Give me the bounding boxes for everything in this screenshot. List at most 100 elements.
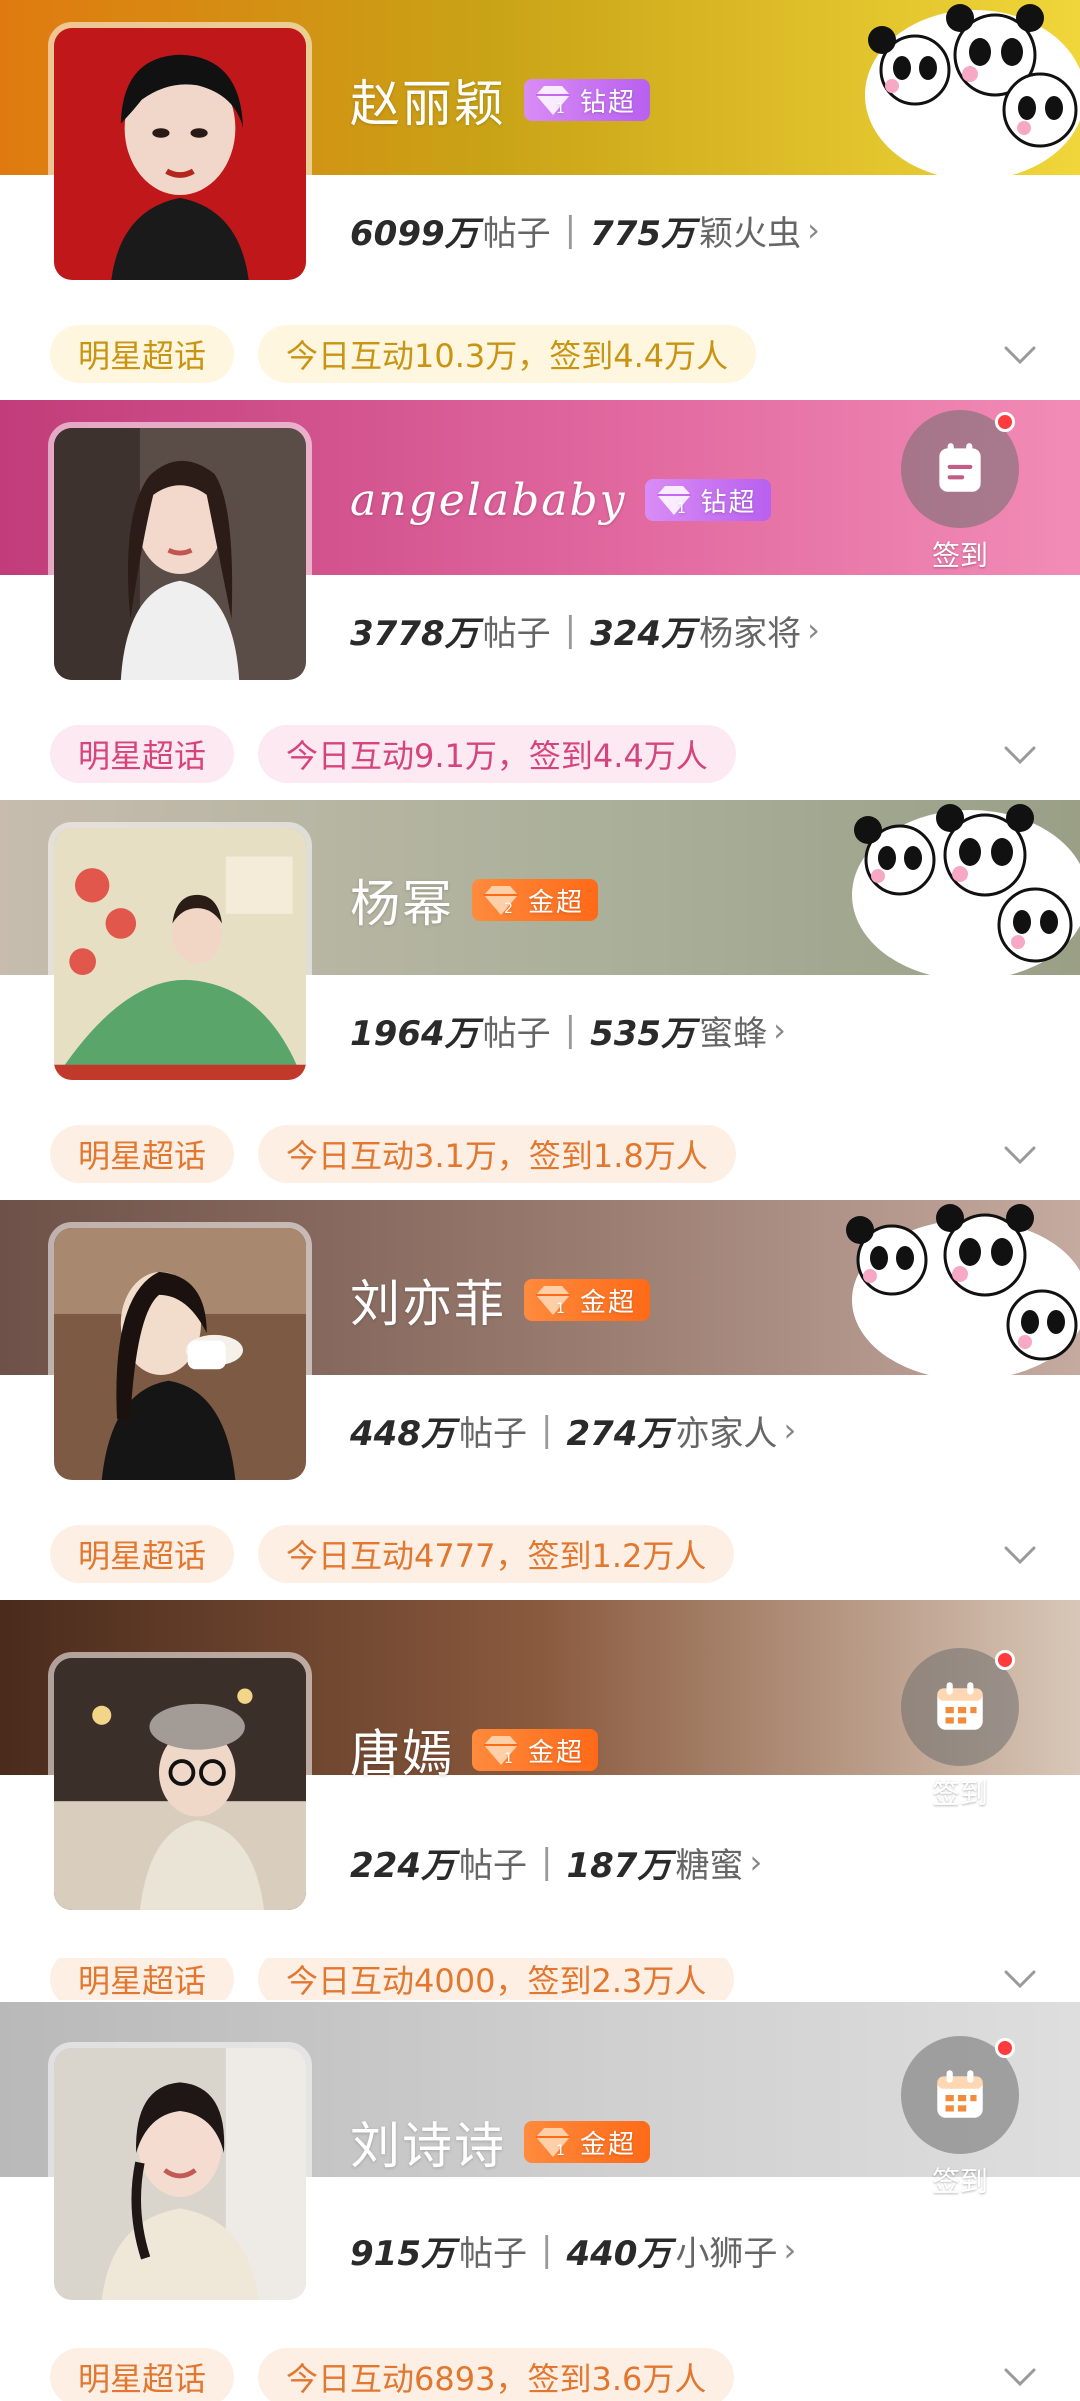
tier-label: 金超: [580, 2129, 637, 2160]
super-topic-card-tangyan[interactable]: 签到 唐嫣 1 金超 224万 帖子 | 187万 糖蜜 › 明星超话 今日互动…: [0, 1600, 1080, 2000]
topic-stats: 224万 帖子 | 187万 糖蜜 ›: [350, 1832, 762, 1892]
posts-count: 3778万: [350, 613, 479, 654]
checkin-button[interactable]: 签到: [898, 2036, 1022, 2200]
super-topic-card-liuyifei[interactable]: 刘亦菲 1 金超 448万 帖子 | 274万 亦家人 › 明星超话 今日互动4…: [0, 1200, 1080, 1600]
super-topic-feed: 赵丽颖 1 钻超 6099万 帖子 | 775万 颖火虫 › 明星超话 今日互动…: [0, 0, 1080, 2401]
activity-chip[interactable]: 今日互动4777，签到1.2万人: [258, 1525, 735, 1583]
activity-chip[interactable]: 今日互动10.3万，签到4.4万人: [258, 325, 757, 383]
fans-name-link[interactable]: 小狮子: [675, 2226, 777, 2275]
avatar-image: [54, 828, 306, 1080]
tier-badge[interactable]: 2 金超: [472, 879, 599, 921]
checkin-circle[interactable]: [901, 1648, 1019, 1766]
category-chip[interactable]: 明星超话: [50, 325, 235, 383]
fans-name-link[interactable]: 杨家将: [699, 606, 801, 655]
avatar[interactable]: [48, 22, 312, 286]
calendar-icon: [937, 1682, 983, 1730]
checkin-circle[interactable]: [901, 2036, 1019, 2154]
avatar[interactable]: [48, 422, 312, 686]
posts-label: 帖子: [482, 613, 551, 654]
fans-name-link[interactable]: 蜜蜂: [699, 1006, 767, 1055]
topic-stats: 3778万 帖子 | 324万 杨家将 ›: [350, 600, 820, 660]
posts-count: 1964万: [350, 1013, 479, 1054]
topic-name[interactable]: angelababy 1 钻超: [350, 460, 771, 540]
fans-count: 187万: [566, 1845, 672, 1886]
notification-dot: [995, 412, 1015, 432]
checkin-label: 签到: [931, 2165, 988, 2198]
chevron-down-icon[interactable]: [998, 732, 1042, 776]
chevron-down-icon[interactable]: [998, 332, 1042, 376]
posts-label: 帖子: [458, 2233, 527, 2274]
super-topic-card-liushishi[interactable]: 签到 刘诗诗 1 金超 915万 帖子 | 440万 小狮子 › 明星超话 今日…: [0, 2002, 1080, 2401]
category-chip[interactable]: 明星超话: [50, 1125, 235, 1183]
gold-gem-icon: 1: [536, 2128, 570, 2159]
super-topic-card-zhaoliying[interactable]: 赵丽颖 1 钻超 6099万 帖子 | 775万 颖火虫 › 明星超话 今日互动…: [0, 0, 1080, 400]
chevron-down-icon[interactable]: [998, 2354, 1042, 2398]
topic-name[interactable]: 刘诗诗 1 金超: [350, 2102, 651, 2182]
checkin-button[interactable]: 签到: [898, 1648, 1022, 1812]
posts-label: 帖子: [482, 1013, 551, 1054]
tier-label: 钻超: [580, 87, 637, 118]
tier-level: 1: [504, 1751, 515, 1767]
chevron-right-icon[interactable]: ›: [749, 1843, 762, 1881]
tier-label: 钻超: [700, 487, 757, 518]
chevron-right-icon[interactable]: ›: [807, 611, 820, 649]
checkin-button[interactable]: 签到: [898, 410, 1022, 574]
fans-count: 274万: [566, 1413, 672, 1454]
chevron-right-icon[interactable]: ›: [807, 211, 820, 249]
chevron-right-icon[interactable]: ›: [783, 1411, 796, 1449]
avatar[interactable]: [48, 1652, 312, 1916]
fans-count: 440万: [566, 2233, 672, 2274]
stats-divider: |: [564, 1010, 577, 1050]
tier-badge[interactable]: 1 钻超: [644, 479, 771, 521]
tier-badge[interactable]: 1 金超: [524, 2121, 651, 2163]
topic-name[interactable]: 刘亦菲 1 金超: [350, 1260, 651, 1340]
category-chip[interactable]: 明星超话: [50, 725, 235, 783]
diamond-gem-icon: 1: [536, 86, 570, 117]
avatar-image: [54, 1228, 306, 1480]
posts-count: 6099万: [350, 213, 479, 254]
topic-name[interactable]: 赵丽颖 1 钻超: [350, 60, 651, 140]
posts-count: 915万: [350, 2233, 455, 2274]
gold-gem-icon: 2: [484, 886, 518, 917]
activity-chip[interactable]: 今日互动6893，签到3.6万人: [258, 2348, 735, 2401]
topic-name-text: 唐嫣: [350, 1725, 454, 1783]
topic-name[interactable]: 杨幂 2 金超: [350, 860, 599, 940]
chevron-down-icon[interactable]: [998, 1132, 1042, 1176]
note-icon: [939, 443, 981, 492]
chevron-down-icon[interactable]: [998, 1532, 1042, 1576]
notification-dot: [995, 1650, 1015, 1670]
tier-badge[interactable]: 1 钻超: [524, 79, 651, 121]
activity-chip[interactable]: 今日互动3.1万，签到1.8万人: [258, 1125, 736, 1183]
topic-stats: 915万 帖子 | 440万 小狮子 ›: [350, 2220, 796, 2280]
activity-chip[interactable]: 今日互动9.1万，签到4.4万人: [258, 725, 736, 783]
topic-stats: 6099万 帖子 | 775万 颖火虫 ›: [350, 200, 820, 260]
chevron-down-icon[interactable]: [998, 1956, 1042, 2000]
chevron-right-icon[interactable]: ›: [773, 1011, 786, 1049]
fans-name-link[interactable]: 颖火虫: [699, 206, 801, 255]
topic-name[interactable]: 唐嫣 1 金超: [350, 1710, 599, 1790]
tier-badge[interactable]: 1 金超: [524, 1279, 651, 1321]
chevron-right-icon[interactable]: ›: [783, 2231, 796, 2269]
fans-name-link[interactable]: 亦家人: [675, 1406, 777, 1455]
avatar[interactable]: [48, 822, 312, 1086]
tier-label: 金超: [528, 887, 585, 918]
checkin-circle[interactable]: [901, 410, 1019, 528]
avatar[interactable]: [48, 2042, 312, 2306]
super-topic-card-angelababy[interactable]: 签到 angelababy 1 钻超 3778万 帖子 | 324万 杨家将 ›…: [0, 400, 1080, 800]
avatar[interactable]: [48, 1222, 312, 1486]
stats-divider: |: [540, 1410, 553, 1450]
tier-level: 1: [556, 101, 567, 117]
category-chip[interactable]: 明星超话: [50, 1958, 235, 2000]
super-topic-card-yangmi[interactable]: 杨幂 2 金超 1964万 帖子 | 535万 蜜蜂 › 明星超话 今日互动3.…: [0, 800, 1080, 1200]
stats-divider: |: [540, 2230, 553, 2270]
avatar-image: [54, 2048, 306, 2300]
fans-name-link[interactable]: 糖蜜: [675, 1838, 743, 1887]
category-chip[interactable]: 明星超话: [50, 1525, 235, 1583]
topic-chips: 明星超话 今日互动4777，签到1.2万人: [50, 1525, 758, 1583]
notification-dot: [995, 2038, 1015, 2058]
calendar-icon: [937, 2070, 983, 2118]
tier-badge[interactable]: 1 金超: [472, 1729, 599, 1771]
activity-chip[interactable]: 今日互动4000，签到2.3万人: [258, 1958, 735, 2000]
category-chip[interactable]: 明星超话: [50, 2348, 235, 2401]
diamond-gem-icon: 1: [656, 486, 691, 517]
